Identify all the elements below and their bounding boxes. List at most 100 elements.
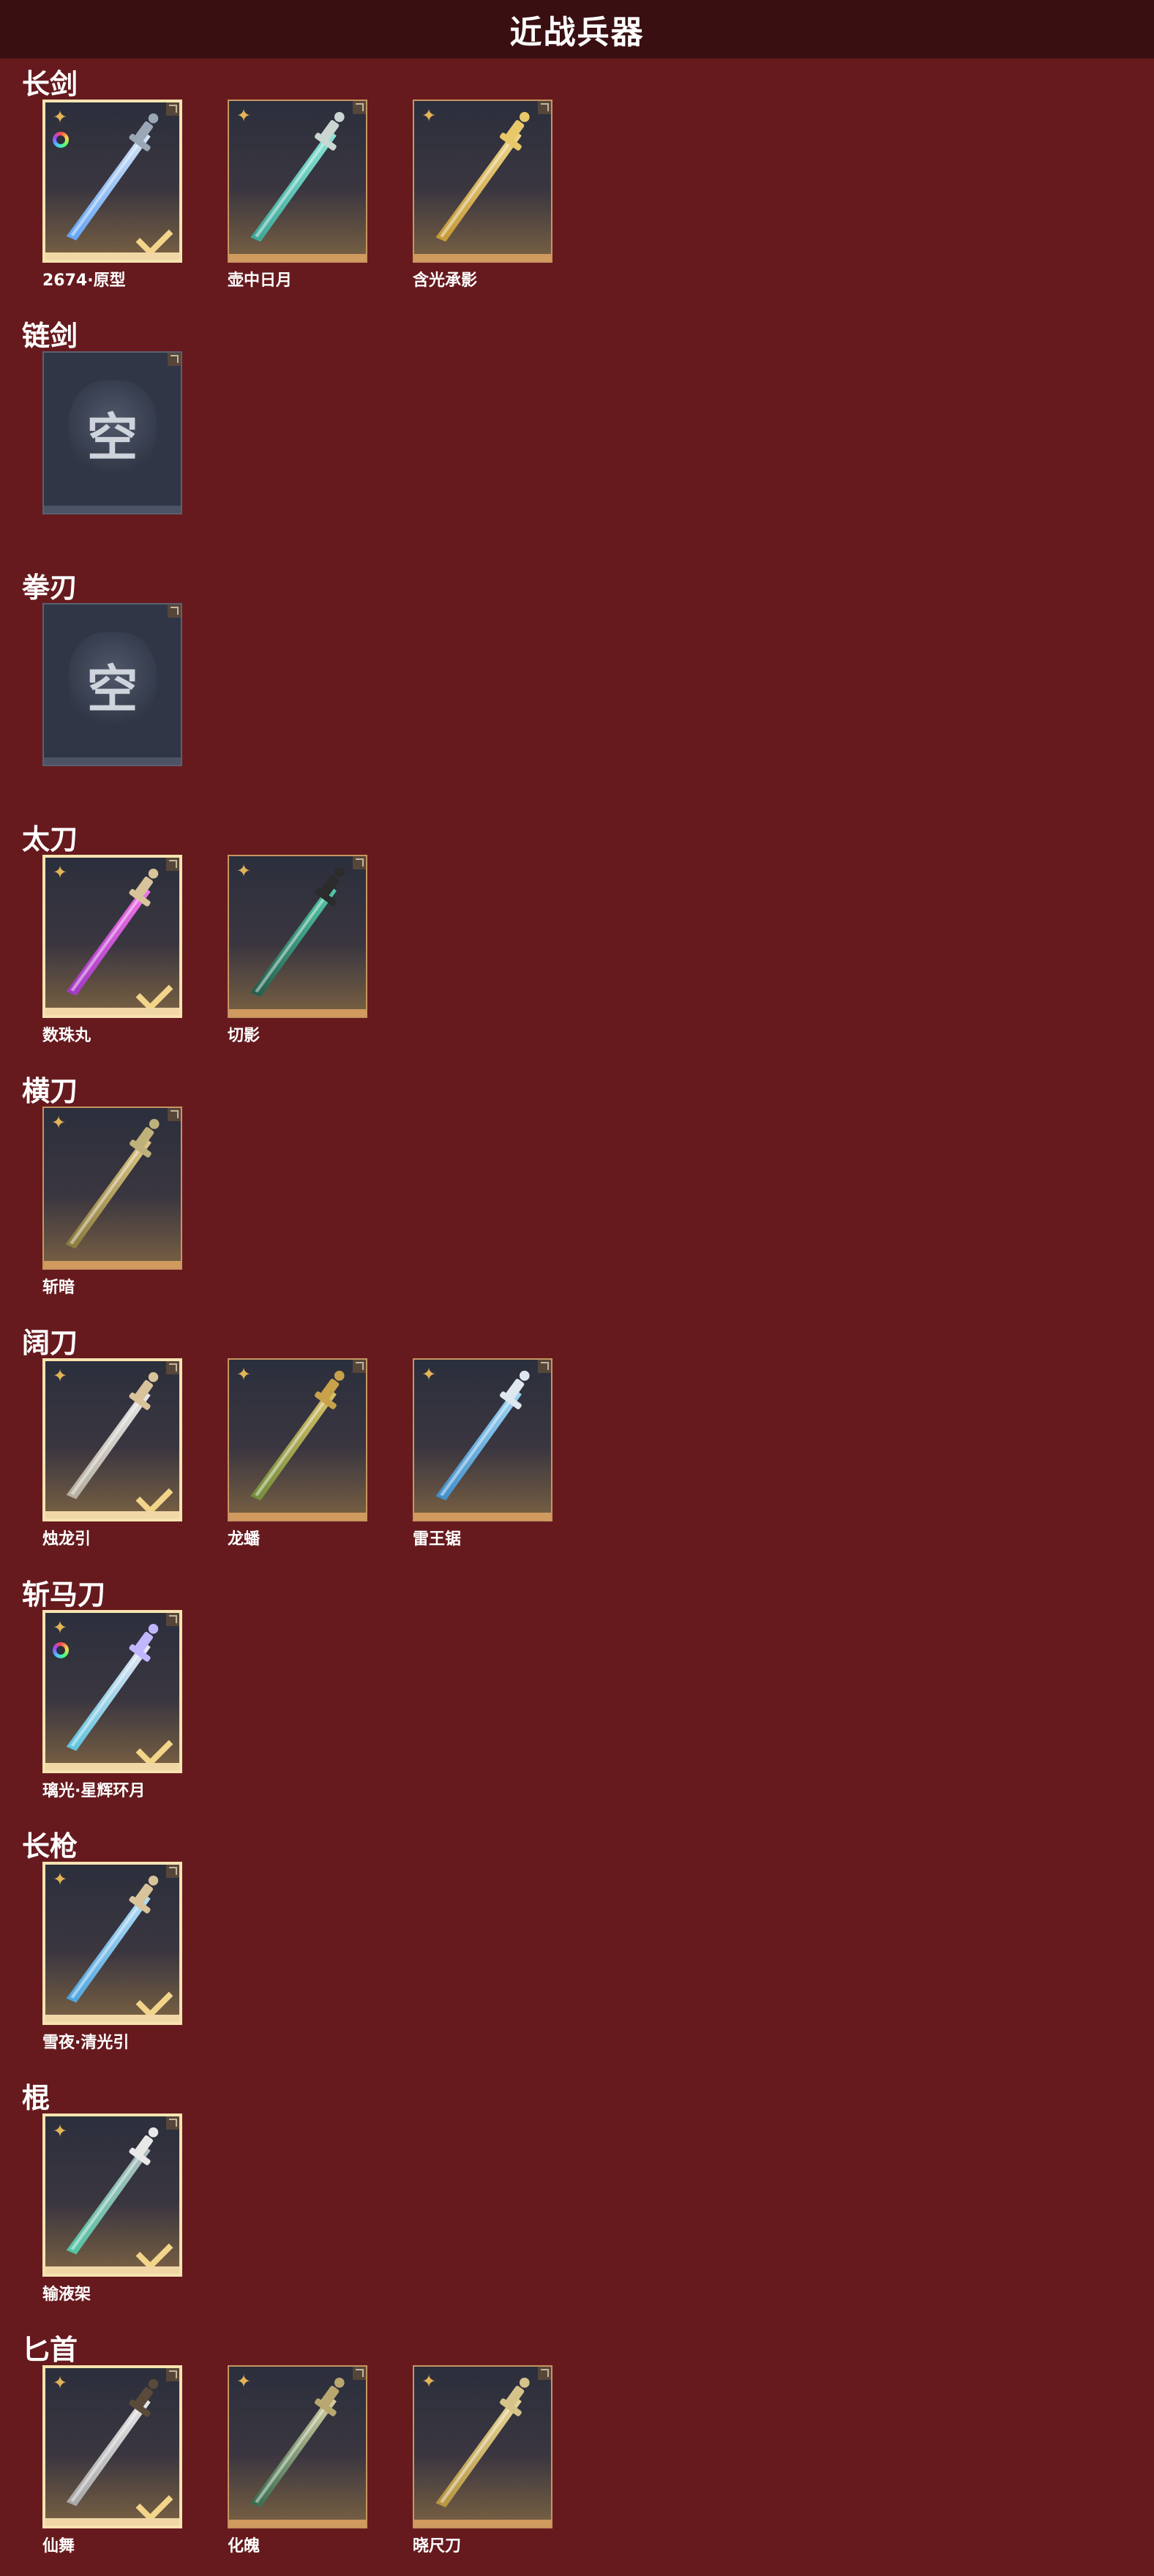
weapon-card[interactable]: ✦	[42, 1862, 182, 2025]
weapon-item[interactable]: ✦ 晓尺刀	[413, 2365, 555, 2556]
weapon-item[interactable]: ✦ 斩暗	[42, 1107, 185, 1298]
sparkle-icon: ✦	[236, 2371, 252, 2392]
section-title: 阔刀	[22, 1327, 78, 1359]
weapon-card[interactable]: ✦	[228, 100, 367, 263]
weapon-list: ✦ 烛龙引 ✦ 龙蟠 ✦ 雷王锯	[42, 1358, 598, 1549]
weapon-item[interactable]: ✦ 烛龙引	[42, 1358, 185, 1549]
sparkle-icon: ✦	[236, 1364, 252, 1385]
card-bottom-bar	[414, 254, 551, 261]
weapon-name: 龙蟠	[228, 1530, 261, 1549]
empty-slot-card[interactable]: 空	[42, 603, 182, 766]
weapon-item[interactable]: ✦ 壶中日月	[228, 100, 370, 291]
weapon-card[interactable]: ✦	[42, 2113, 182, 2277]
weapon-section: 横刀 ✦ 斩暗	[0, 1066, 1154, 1317]
weapon-item[interactable]: ✦ 数珠丸	[42, 855, 185, 1046]
weapon-section: 链剑 空	[0, 310, 1154, 562]
weapon-name: 切影	[228, 1027, 261, 1045]
card-bottom-bar	[229, 1009, 366, 1016]
weapon-list: ✦ 输液架	[42, 2113, 228, 2304]
card-bottom-bar	[45, 2266, 179, 2274]
weapon-card[interactable]: ✦	[413, 100, 552, 263]
weapon-list: ✦ 雪夜·清光引	[42, 1862, 228, 2053]
card-bottom-bar	[44, 1261, 181, 1268]
card-bottom-bar	[44, 506, 181, 513]
weapon-item[interactable]: ✦ 切影	[228, 855, 370, 1046]
weapon-item[interactable]: ✦ 2674·原型	[42, 100, 185, 291]
weapon-list: 空	[42, 351, 228, 514]
section-title: 横刀	[22, 1075, 78, 1107]
weapon-card[interactable]: ✦	[228, 855, 367, 1018]
weapon-item[interactable]: ✦ 雷王锯	[413, 1358, 555, 1549]
weapon-card[interactable]: ✦	[42, 2365, 182, 2528]
sparkle-icon: ✦	[421, 1364, 437, 1385]
weapon-name: 数珠丸	[42, 1027, 91, 1045]
weapon-item[interactable]: ✦ 龙蟠	[228, 1358, 370, 1549]
weapon-name: 2674·原型	[42, 272, 126, 290]
weapon-item[interactable]: ✦ 含光承影	[413, 100, 555, 291]
section-title: 匕首	[22, 2334, 78, 2366]
weapon-section: 斩马刀 ✦ 璃光·星辉环月	[0, 1569, 1154, 1821]
card-bottom-bar	[229, 1513, 366, 1520]
corner-tab-icon	[168, 353, 181, 366]
corner-tab-icon	[353, 101, 366, 114]
section-title: 拳刃	[22, 572, 78, 604]
weapon-name: 璃光·星辉环月	[42, 1782, 146, 1800]
weapon-card[interactable]: ✦	[42, 855, 182, 1018]
corner-tab-icon	[166, 1361, 179, 1374]
corner-tab-icon	[166, 1613, 179, 1626]
sparkle-icon: ✦	[53, 2373, 68, 2393]
weapon-sections: 长剑 ✦ 2674·原型 ✦ 壶中日月 ✦ 含光承影 链剑 空 拳刃 空 太刀 …	[0, 59, 1154, 2576]
page-title: 近战兵器	[509, 14, 645, 51]
corner-tab-icon	[353, 2367, 366, 2380]
sparkle-icon: ✦	[53, 107, 68, 127]
sparkle-icon: ✦	[51, 1112, 67, 1133]
weapon-card[interactable]: ✦	[42, 1358, 182, 1521]
weapon-list: ✦ 璃光·星辉环月	[42, 1610, 228, 1801]
weapon-item[interactable]: ✦ 输液架	[42, 2113, 185, 2304]
weapon-name: 晓尺刀	[413, 2537, 462, 2556]
card-bottom-bar	[229, 254, 366, 261]
sparkle-icon: ✦	[53, 862, 68, 883]
weapon-name: 壶中日月	[228, 272, 293, 290]
weapon-section: 长剑 ✦ 2674·原型 ✦ 壶中日月 ✦ 含光承影	[0, 59, 1154, 310]
weapon-item[interactable]: ✦ 仙舞	[42, 2365, 185, 2556]
weapon-name: 化魄	[228, 2537, 261, 2556]
card-bottom-bar	[229, 2520, 366, 2527]
section-title: 太刀	[22, 823, 78, 855]
weapon-section: 太刀 ✦ 数珠丸 ✦ 切影	[0, 814, 1154, 1066]
card-bottom-bar	[45, 1763, 179, 1770]
weapon-card[interactable]: ✦	[228, 2365, 367, 2528]
color-ring-icon	[53, 132, 69, 148]
corner-tab-icon	[353, 856, 366, 869]
weapon-card[interactable]: ✦	[42, 1610, 182, 1773]
sparkle-icon: ✦	[53, 1366, 68, 1386]
weapon-item[interactable]: ✦ 璃光·星辉环月	[42, 1610, 185, 1801]
weapon-card[interactable]: ✦	[228, 1358, 367, 1521]
card-bottom-bar	[45, 2015, 179, 2022]
page-header: 近战兵器	[0, 0, 1154, 59]
weapon-card[interactable]: ✦	[413, 2365, 552, 2528]
corner-tab-icon	[166, 1865, 179, 1878]
empty-slot[interactable]: 空	[42, 603, 185, 766]
weapon-list: ✦ 斩暗	[42, 1107, 228, 1298]
weapon-card[interactable]: ✦	[42, 1107, 182, 1270]
sparkle-icon: ✦	[421, 105, 437, 126]
weapon-item[interactable]: ✦ 化魄	[228, 2365, 370, 2556]
weapon-name: 输液架	[42, 2285, 91, 2304]
weapon-section: 拳刃 空	[0, 562, 1154, 814]
section-title: 长剑	[22, 68, 78, 100]
weapon-item[interactable]: ✦ 雪夜·清光引	[42, 1862, 185, 2053]
card-bottom-bar	[45, 1008, 179, 1015]
corner-tab-icon	[538, 101, 551, 114]
sparkle-icon: ✦	[236, 105, 252, 126]
sparkle-icon: ✦	[421, 2371, 437, 2392]
empty-slot-card[interactable]: 空	[42, 351, 182, 514]
corner-tab-icon	[538, 1360, 551, 1373]
weapon-name: 含光承影	[413, 272, 478, 290]
empty-slot[interactable]: 空	[42, 351, 185, 514]
weapon-section: 匕首 ✦ 仙舞 ✦ 化魄 ✦ 晓尺刀	[0, 2324, 1154, 2576]
card-bottom-bar	[414, 1513, 551, 1520]
weapon-card[interactable]: ✦	[413, 1358, 552, 1521]
weapon-card[interactable]: ✦	[42, 100, 182, 263]
section-title: 斩马刀	[22, 1579, 106, 1611]
